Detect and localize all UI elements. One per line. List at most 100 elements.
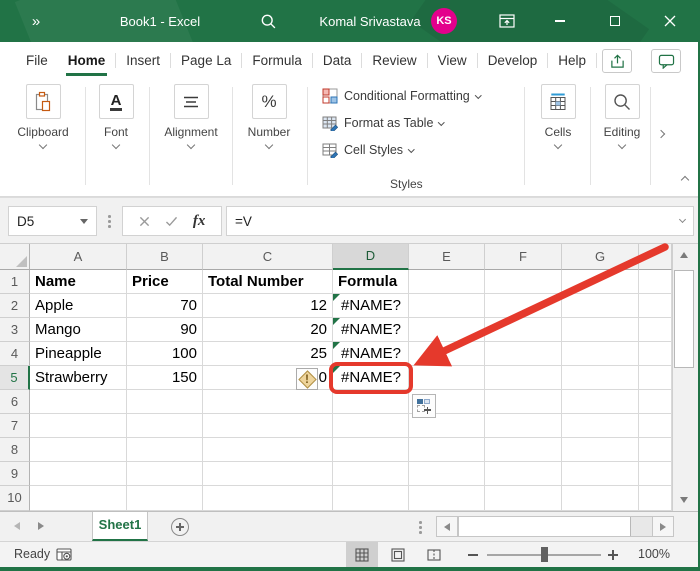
cell-A3[interactable]: Mango — [30, 318, 127, 342]
share-button[interactable] — [602, 49, 632, 73]
tab-review[interactable]: Review — [362, 42, 426, 79]
cell-G6[interactable] — [562, 390, 639, 414]
vertical-scrollbar[interactable] — [672, 244, 694, 511]
cell-H5[interactable] — [639, 366, 672, 390]
cell-F5[interactable] — [485, 366, 562, 390]
cell-B8[interactable] — [127, 438, 203, 462]
col-header-C[interactable]: C — [203, 244, 333, 270]
cell-B3[interactable]: 90 — [127, 318, 203, 342]
scroll-left-button[interactable] — [437, 517, 458, 536]
format-as-table-button[interactable]: Format as Table — [322, 114, 444, 132]
error-checking-smart-tag[interactable]: ! — [296, 368, 318, 390]
cell-B5[interactable]: 150 — [127, 366, 203, 390]
tab-developer[interactable]: Develop — [478, 42, 548, 79]
row-header-6[interactable]: 6 — [0, 390, 30, 414]
account-user-name[interactable]: Komal Srivastava — [312, 0, 428, 42]
cell-B2[interactable]: 70 — [127, 294, 203, 318]
cell-G1[interactable] — [562, 270, 639, 294]
tab-home[interactable]: Home — [58, 42, 116, 79]
quick-access-overflow-button[interactable]: » — [24, 0, 48, 42]
cell-G5[interactable] — [562, 366, 639, 390]
cell-E5[interactable] — [409, 366, 485, 390]
cell-G2[interactable] — [562, 294, 639, 318]
scroll-right-button[interactable] — [652, 517, 673, 536]
cell-D7[interactable] — [333, 414, 409, 438]
ribbon-group-cells[interactable]: Cells — [535, 84, 581, 148]
ribbon-group-clipboard[interactable]: Clipboard — [10, 84, 76, 148]
cell-C9[interactable] — [203, 462, 333, 486]
cell-C1[interactable]: Total Number — [203, 270, 333, 294]
ribbon-display-options-icon[interactable] — [492, 0, 522, 42]
cell-F9[interactable] — [485, 462, 562, 486]
cell-A7[interactable] — [30, 414, 127, 438]
cell-H8[interactable] — [639, 438, 672, 462]
search-icon[interactable] — [253, 0, 283, 42]
cell-C10[interactable] — [203, 486, 333, 511]
cell-styles-button[interactable]: Cell Styles — [322, 141, 414, 159]
tab-formulas[interactable]: Formula — [242, 42, 312, 79]
maximize-button[interactable] — [599, 0, 631, 42]
cell-H6[interactable] — [639, 390, 672, 414]
formula-bar-grip[interactable] — [108, 215, 111, 228]
zoom-out-button[interactable] — [468, 554, 478, 556]
cell-B4[interactable]: 100 — [127, 342, 203, 366]
cell-F3[interactable] — [485, 318, 562, 342]
cell-C6[interactable] — [203, 390, 333, 414]
avatar[interactable]: KS — [431, 8, 457, 34]
ribbon-scroll-right-icon[interactable] — [657, 130, 665, 138]
percent-icon[interactable]: % — [252, 84, 287, 119]
cell-D9[interactable] — [333, 462, 409, 486]
vertical-scroll-thumb[interactable] — [674, 270, 694, 368]
col-header-G[interactable]: G — [562, 244, 639, 270]
cell-D10[interactable] — [333, 486, 409, 511]
cell-H9[interactable] — [639, 462, 672, 486]
ribbon-group-number[interactable]: % Number — [240, 84, 298, 148]
cell-C7[interactable] — [203, 414, 333, 438]
cancel-entry-icon[interactable] — [139, 216, 150, 227]
cell-H10[interactable] — [639, 486, 672, 511]
conditional-formatting-button[interactable]: Conditional Formatting — [322, 87, 480, 105]
cell-H4[interactable] — [639, 342, 672, 366]
cell-F8[interactable] — [485, 438, 562, 462]
cell-A2[interactable]: Apple — [30, 294, 127, 318]
cell-B10[interactable] — [127, 486, 203, 511]
cell-C2[interactable]: 12 — [203, 294, 333, 318]
row-header-1[interactable]: 1 — [0, 270, 30, 294]
cell-F2[interactable] — [485, 294, 562, 318]
select-all-corner[interactable] — [0, 244, 30, 270]
scroll-down-button[interactable] — [673, 489, 695, 511]
ribbon-group-alignment[interactable]: Alignment — [158, 84, 224, 148]
cell-E4[interactable] — [409, 342, 485, 366]
cell-A4[interactable]: Pineapple — [30, 342, 127, 366]
cell-G8[interactable] — [562, 438, 639, 462]
cell-F7[interactable] — [485, 414, 562, 438]
row-header-5-selected[interactable]: 5 — [0, 366, 30, 390]
next-sheet-button[interactable] — [38, 522, 44, 530]
cell-D1[interactable]: Formula — [333, 270, 409, 294]
normal-view-button[interactable] — [346, 542, 378, 567]
tab-view[interactable]: View — [428, 42, 477, 79]
zoom-slider-handle[interactable] — [541, 547, 548, 562]
enter-entry-icon[interactable] — [165, 216, 178, 227]
scroll-up-button[interactable] — [673, 244, 695, 266]
cell-B6[interactable] — [127, 390, 203, 414]
sheet-tab-sheet1[interactable]: Sheet1 — [92, 512, 148, 541]
clipboard-icon[interactable] — [26, 84, 61, 119]
page-break-preview-button[interactable] — [418, 542, 450, 567]
cell-E3[interactable] — [409, 318, 485, 342]
tab-insert[interactable]: Insert — [116, 42, 170, 79]
col-header-E[interactable]: E — [409, 244, 485, 270]
cell-H1[interactable] — [639, 270, 672, 294]
alignment-icon[interactable] — [174, 84, 209, 119]
ribbon-group-editing[interactable]: Editing — [598, 84, 646, 148]
cell-G4[interactable] — [562, 342, 639, 366]
row-header-3[interactable]: 3 — [0, 318, 30, 342]
cell-A10[interactable] — [30, 486, 127, 511]
expand-formula-bar-icon[interactable] — [679, 216, 686, 223]
cell-A6[interactable] — [30, 390, 127, 414]
horizontal-scroll-thumb[interactable] — [458, 517, 631, 536]
cell-A5[interactable]: Strawberry — [30, 366, 127, 390]
row-header-2[interactable]: 2 — [0, 294, 30, 318]
cell-B1[interactable]: Price — [127, 270, 203, 294]
row-header-7[interactable]: 7 — [0, 414, 30, 438]
